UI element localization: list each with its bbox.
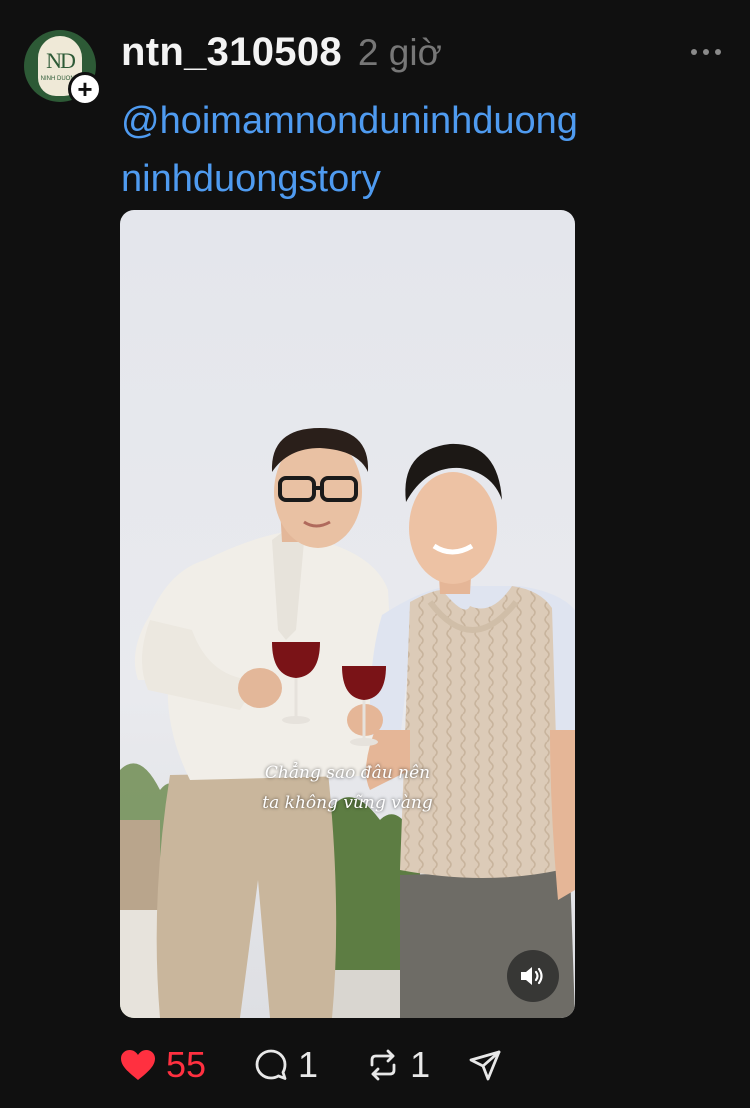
username[interactable]: ntn_310508 bbox=[121, 30, 342, 75]
reply-icon bbox=[255, 1049, 287, 1080]
video-frame bbox=[120, 210, 575, 1018]
post-header: ntn_310508 2 giờ bbox=[121, 30, 442, 75]
thread-post: ND NINH DUONG + ntn_310508 2 giờ @hoimam… bbox=[0, 0, 750, 1108]
more-icon-dot bbox=[715, 49, 721, 55]
timestamp: 2 giờ bbox=[357, 32, 442, 73]
more-button[interactable] bbox=[688, 40, 724, 64]
topic-tag-link[interactable]: ninhduongstory bbox=[121, 150, 721, 208]
plus-icon: + bbox=[77, 74, 93, 104]
mention-link[interactable]: @hoimamnonduninhduong bbox=[121, 92, 721, 150]
reply-button[interactable]: 1 bbox=[254, 1040, 318, 1090]
heart-icon bbox=[121, 1050, 155, 1080]
sound-toggle-button[interactable] bbox=[507, 950, 559, 1002]
reply-count: 1 bbox=[298, 1044, 319, 1085]
repost-count: 1 bbox=[410, 1044, 431, 1085]
share-button[interactable] bbox=[468, 1040, 502, 1090]
repost-icon bbox=[370, 1049, 396, 1081]
subtitle-line: Chẳng sao đâu nên bbox=[264, 763, 431, 783]
repost-button[interactable]: 1 bbox=[366, 1040, 430, 1090]
like-button[interactable]: 55 bbox=[120, 1040, 206, 1090]
share-icon bbox=[469, 1050, 501, 1081]
avatar-monogram: ND bbox=[46, 48, 76, 73]
action-bar: 55 1 1 bbox=[120, 1040, 502, 1090]
subtitle-line: ta không vững vàng bbox=[262, 793, 433, 813]
speaker-icon bbox=[521, 967, 543, 985]
like-count: 55 bbox=[166, 1044, 207, 1085]
video-subtitle: Chẳng sao đâu nên ta không vững vàng bbox=[120, 758, 575, 818]
follow-button[interactable]: + bbox=[68, 72, 102, 106]
more-icon-dot bbox=[703, 49, 709, 55]
post-caption: @hoimamnonduninhduong ninhduongstory bbox=[121, 92, 721, 208]
video-player[interactable]: Chẳng sao đâu nên ta không vững vàng bbox=[120, 210, 575, 1018]
more-icon bbox=[691, 49, 697, 55]
